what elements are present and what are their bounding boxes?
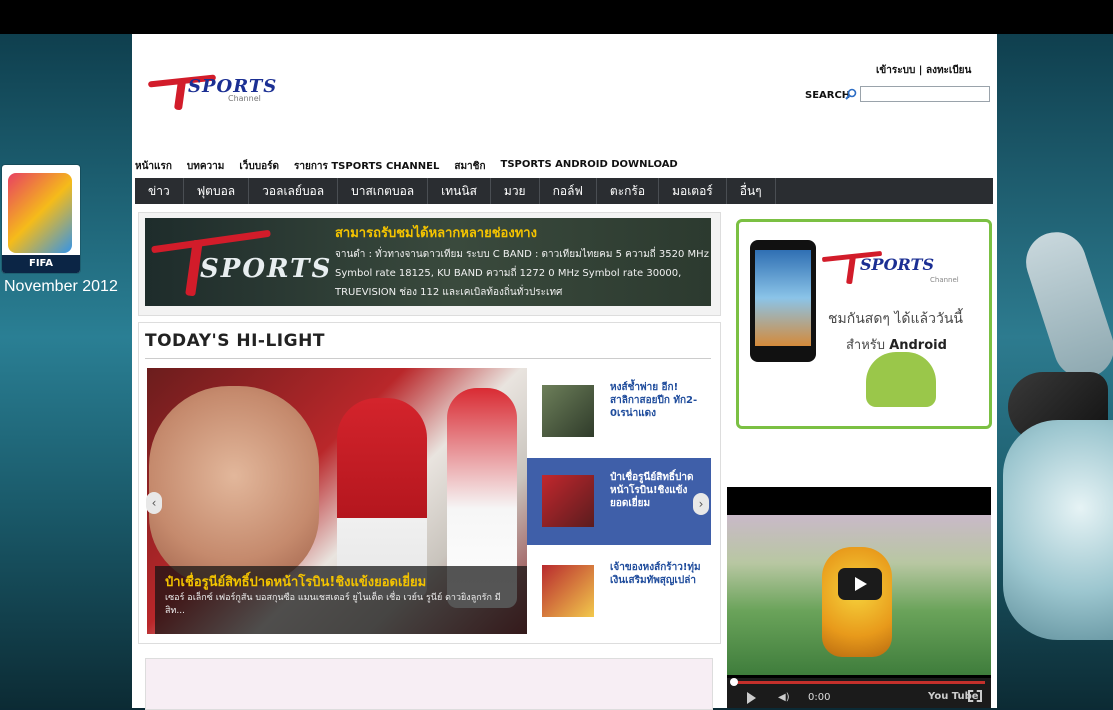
main-nav: ข่าว ฟุตบอล วอลเลย์บอล บาสเกตบอล เทนนิส …	[135, 178, 993, 204]
android-robot-graphic	[866, 352, 936, 407]
video-emblem	[822, 547, 892, 657]
search-label: SEARCH	[805, 90, 851, 101]
top-nav-programs[interactable]: รายการ TSPORTS CHANNEL	[294, 159, 439, 173]
left-background	[0, 34, 132, 708]
ad-line-1: ชมกันสดๆ ได้แล้ววันนี้	[828, 311, 963, 327]
phone-graphic	[750, 240, 816, 362]
nav-tennis[interactable]: เทนนิส	[428, 178, 491, 204]
register-link[interactable]: ลงทะเบียน	[926, 65, 971, 76]
poster-caption: November 2012	[4, 278, 118, 295]
search-input[interactable]	[860, 86, 990, 102]
featured-title[interactable]: ป๋าเชื่อรูนีย์สิทธิ์ปาดหน้าโรบิน!ชิงแข้ง…	[165, 571, 426, 592]
banner-line-2: Symbol rate 18125, KU BAND ความถี่ 1272 …	[335, 268, 682, 279]
play-icon[interactable]	[838, 568, 882, 600]
ad-logo-sub: Channel	[930, 276, 959, 284]
top-nav: หน้าแรก บทความ เว็บบอร์ด รายการ TSPORTS …	[135, 159, 678, 173]
video-progress-bar[interactable]	[733, 681, 985, 684]
ad-line-2: สำหรับ Android	[846, 334, 947, 355]
banner-headline: สามารถรับชมได้หลากหลายช่องทาง	[335, 226, 537, 241]
logo-sub: Channel	[228, 94, 261, 103]
highlight-divider	[145, 358, 711, 359]
ad-logo-word: SPORTS	[860, 255, 934, 274]
nav-others[interactable]: อื่นๆ	[727, 178, 776, 204]
highlight-title: TODAY'S HI-LIGHT	[145, 331, 325, 351]
fifa-futsal-poster[interactable]: FIFA	[2, 165, 80, 273]
top-nav-articles[interactable]: บทความ	[187, 159, 224, 173]
ball-graphic	[1003, 420, 1113, 640]
ad-line-2-prefix: สำหรับ	[846, 338, 886, 353]
nav-golf[interactable]: กอล์ฟ	[540, 178, 597, 204]
auth-separator: |	[918, 65, 923, 76]
channel-banner[interactable]: SPORTS สามารถรับชมได้หลากหลายช่องทาง จาน…	[145, 218, 711, 306]
highlight-thumb	[542, 475, 594, 527]
highlight-list-item[interactable]: เจ้าของหงส์กร้าว!ทุ่ม เงินเสริมทัพสุญเปล…	[527, 548, 711, 635]
highlight-list-item[interactable]: ป๋าเชื่อรูนีย์สิทธิ์ปาด หน้าโรบิน!ชิงแข้…	[527, 458, 711, 545]
banner-logo-bar	[151, 229, 271, 254]
top-nav-android[interactable]: TSPORTS ANDROID DOWNLOAD	[501, 159, 678, 173]
auth-links: เข้าระบบ | ลงทะเบียน	[876, 63, 971, 78]
featured-face	[149, 386, 319, 586]
phone-screen	[755, 250, 811, 346]
volume-icon[interactable]: ◀)	[778, 692, 790, 703]
top-nav-home[interactable]: หน้าแรก	[135, 159, 172, 173]
login-link[interactable]: เข้าระบบ	[876, 65, 915, 76]
nav-football[interactable]: ฟุตบอล	[184, 178, 250, 204]
nav-basketball[interactable]: บาสเกตบอล	[338, 178, 429, 204]
highlight-item-text: ป๋าเชื่อรูนีย์สิทธิ์ปาด หน้าโรบิน!ชิงแข้…	[610, 472, 694, 509]
featured-text: เซอร์ อเล็กซ์ เฟอร์กูสัน บอสกุนซือ แมนเช…	[165, 593, 501, 616]
highlight-thumb	[542, 385, 594, 437]
tsports-logo[interactable]: SPORTS Channel	[147, 60, 278, 115]
next-arrow-icon[interactable]: ›	[693, 493, 709, 515]
fullscreen-icon[interactable]	[968, 690, 982, 702]
nav-volleyball[interactable]: วอลเลย์บอล	[249, 178, 339, 204]
top-nav-members[interactable]: สมาชิก	[454, 159, 485, 173]
nav-motor[interactable]: มอเตอร์	[659, 178, 727, 204]
search-icon[interactable]	[845, 88, 857, 100]
nav-boxing[interactable]: มวย	[491, 178, 540, 204]
highlight-thumb	[542, 565, 594, 617]
ad-line-2-bold: Android	[889, 338, 947, 353]
banner-line-1: จานดำ : ทั่วทางจานดาวเทียม ระบบ C BAND :…	[335, 249, 709, 260]
poster-artwork	[8, 173, 72, 253]
lower-content-box	[145, 658, 713, 710]
poster-badge: FIFA	[2, 255, 80, 273]
highlight-item-text: เจ้าของหงส์กร้าว!ทุ่ม เงินเสริมทัพสุญเปล…	[610, 562, 701, 586]
prev-arrow-icon[interactable]: ‹	[146, 492, 162, 514]
banner-logo-word: SPORTS	[200, 254, 333, 284]
top-nav-webboard[interactable]: เว็บบอร์ด	[239, 159, 279, 173]
highlight-list-item[interactable]: หงส์ช้ำพ่าย อีก!สาลิกาสอยปีก ทัก2-0เรน่า…	[527, 368, 711, 455]
nav-takraw[interactable]: ตะกร้อ	[597, 178, 660, 204]
control-play-icon[interactable]	[747, 692, 756, 704]
video-time: 0:00	[808, 692, 831, 703]
nav-news[interactable]: ข่าว	[135, 178, 184, 204]
video-scrub-knob[interactable]	[730, 678, 738, 686]
highlight-item-text: หงส์ช้ำพ่าย อีก!สาลิกาสอยปีก ทัก2-0เรน่า…	[610, 382, 698, 419]
banner-line-3: TRUEVISION ช่อง 112 และเคเบิลท้องถิ่นทั่…	[335, 287, 563, 298]
top-black-bar	[0, 0, 1113, 34]
